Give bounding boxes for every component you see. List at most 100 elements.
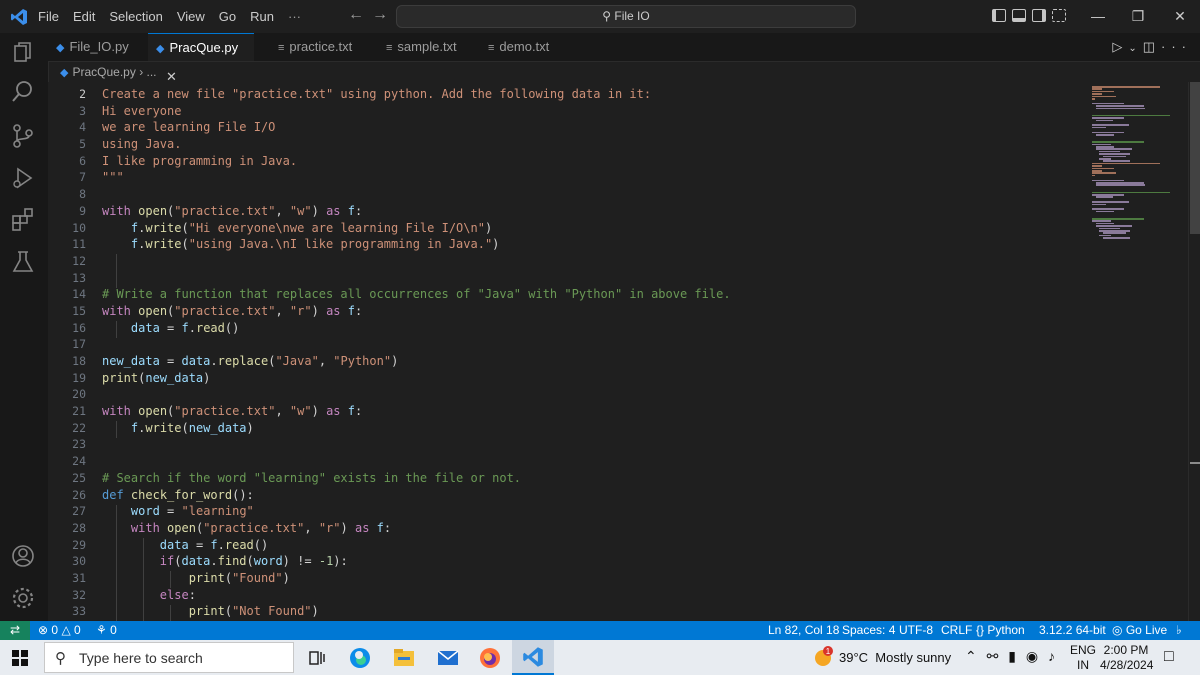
- tab-pracque[interactable]: ◆ PracQue.py✕: [148, 33, 254, 84]
- cursor-position[interactable]: Ln 82, Col 18: [768, 621, 839, 640]
- tab-file-io[interactable]: ◆ File_IO.py: [48, 33, 144, 61]
- command-center[interactable]: ⚲ File IO: [396, 5, 856, 28]
- forward-arrow-icon[interactable]: →: [372, 6, 396, 23]
- source-control-icon[interactable]: [10, 123, 36, 149]
- search-icon[interactable]: [10, 79, 36, 105]
- code-line[interactable]: [102, 270, 1082, 287]
- code-line[interactable]: with open("practice.txt", "r") as f:: [102, 520, 1082, 537]
- code-editor[interactable]: 2 3 4 5 6 7 8 9 10 11 12 13 14 15 16 17 18 19 20 21 22 23 24 25…: [48, 82, 1088, 621]
- toggle-primary-sidebar-icon[interactable]: [992, 9, 1006, 22]
- network-icon[interactable]: ⚯: [987, 648, 1002, 664]
- code-line[interactable]: Create a new file "practice.txt" using p…: [102, 86, 1082, 103]
- code-line[interactable]: with open("practice.txt", "r") as f:: [102, 303, 1082, 320]
- language-mode[interactable]: {} Python: [976, 621, 1025, 640]
- code-line[interactable]: f.write("Hi everyone\nwe are learning Fi…: [102, 220, 1082, 237]
- code-line[interactable]: f.write(new_data): [102, 420, 1082, 437]
- code-line[interactable]: [102, 253, 1082, 270]
- extensions-icon[interactable]: [10, 207, 36, 233]
- code-area[interactable]: Create a new file "practice.txt" using p…: [102, 86, 1082, 620]
- code-line[interactable]: else:: [102, 587, 1082, 604]
- menu-file[interactable]: File: [38, 9, 59, 24]
- code-line[interactable]: # Search if the word "learning" exists i…: [102, 470, 1082, 487]
- code-line[interactable]: print("Not Found"): [102, 603, 1082, 620]
- code-line[interactable]: print("Found"): [102, 570, 1082, 587]
- speaker-icon[interactable]: ♪: [1048, 648, 1058, 664]
- ports-indicator[interactable]: ⚘ 0: [96, 621, 117, 640]
- breadcrumb-more[interactable]: › ...: [139, 65, 156, 79]
- problems-indicator[interactable]: ⊗ 0 △ 0: [38, 621, 81, 640]
- indentation[interactable]: Spaces: 4: [842, 621, 895, 640]
- toggle-secondary-sidebar-icon[interactable]: [1032, 9, 1046, 22]
- file-explorer-icon[interactable]: [390, 644, 418, 672]
- notification-center-icon[interactable]: □: [1164, 648, 1174, 666]
- code-line[interactable]: data = f.read(): [102, 320, 1082, 337]
- more-actions-icon[interactable]: ···: [1161, 39, 1192, 54]
- menu-go[interactable]: Go: [219, 9, 236, 24]
- code-line[interactable]: # Write a function that replaces all occ…: [102, 286, 1082, 303]
- minimap[interactable]: [1088, 82, 1188, 621]
- tab-practice-txt[interactable]: ≡ practice.txt: [270, 33, 370, 61]
- code-line[interactable]: with open("practice.txt", "w") as f:: [102, 403, 1082, 420]
- globe-icon[interactable]: ◉: [1026, 648, 1041, 664]
- menu-view[interactable]: View: [177, 9, 205, 24]
- code-line[interactable]: def check_for_word():: [102, 487, 1082, 504]
- run-debug-icon[interactable]: [10, 165, 36, 191]
- code-line[interactable]: using Java.: [102, 136, 1082, 153]
- code-line[interactable]: if(data.find(word) != -1):: [102, 553, 1082, 570]
- code-line[interactable]: I like programming in Java.: [102, 153, 1082, 170]
- code-line[interactable]: f.write("using Java.\nI like programming…: [102, 236, 1082, 253]
- edge-browser-icon[interactable]: [346, 644, 374, 672]
- encoding[interactable]: UTF-8: [899, 621, 933, 640]
- explorer-icon[interactable]: [10, 41, 36, 67]
- menu-more[interactable]: ···: [288, 9, 301, 24]
- customize-layout-icon[interactable]: [1052, 9, 1066, 22]
- code-line[interactable]: [102, 336, 1082, 353]
- minimize-icon[interactable]: —: [1078, 0, 1118, 33]
- code-line[interactable]: [102, 436, 1082, 453]
- code-line[interactable]: data = f.read(): [102, 537, 1082, 554]
- run-python-icon[interactable]: ▷: [1112, 39, 1128, 54]
- vscode-taskbar-item[interactable]: [512, 640, 554, 675]
- taskbar-search-box[interactable]: ⚲ Type here to search: [44, 642, 294, 673]
- back-arrow-icon[interactable]: ←: [348, 6, 372, 23]
- python-interpreter[interactable]: 3.12.2 64-bit: [1039, 621, 1106, 640]
- code-line[interactable]: word = "learning": [102, 503, 1082, 520]
- notifications-bell-icon[interactable]: ♭: [1176, 621, 1182, 640]
- windows-start-icon[interactable]: [12, 650, 28, 666]
- mail-icon[interactable]: [434, 644, 462, 672]
- tab-demo-txt[interactable]: ≡ demo.txt: [480, 33, 570, 61]
- menu-run[interactable]: Run: [250, 9, 274, 24]
- code-line[interactable]: [102, 453, 1082, 470]
- code-line[interactable]: new_data = data.replace("Java", "Python"…: [102, 353, 1082, 370]
- testing-icon[interactable]: [10, 249, 36, 275]
- close-window-icon[interactable]: ✕: [1160, 0, 1200, 33]
- code-line[interactable]: with open("practice.txt", "w") as f:: [102, 203, 1082, 220]
- code-line[interactable]: [102, 386, 1082, 403]
- restore-icon[interactable]: ❐: [1118, 0, 1158, 33]
- menu-edit[interactable]: Edit: [73, 9, 95, 24]
- remote-indicator-icon[interactable]: ⇄: [0, 621, 30, 640]
- menu-selection[interactable]: Selection: [109, 9, 162, 24]
- code-line[interactable]: [102, 186, 1082, 203]
- toggle-panel-icon[interactable]: [1012, 9, 1026, 22]
- breadcrumb-file[interactable]: PracQue.py: [72, 65, 135, 79]
- accounts-icon[interactable]: [10, 543, 36, 569]
- clock[interactable]: 2:00 PM 4/28/2024: [1100, 643, 1153, 673]
- scrollbar-thumb[interactable]: [1190, 82, 1200, 234]
- tab-sample-txt[interactable]: ≡ sample.txt: [378, 33, 474, 61]
- battery-icon[interactable]: ▮: [1008, 648, 1019, 664]
- firefox-icon[interactable]: [476, 644, 504, 672]
- code-line[interactable]: we are learning File I/O: [102, 119, 1082, 136]
- input-language[interactable]: ENG IN: [1070, 643, 1096, 673]
- go-live-button[interactable]: ◎ Go Live: [1112, 621, 1167, 640]
- end-of-line[interactable]: CRLF: [941, 621, 972, 640]
- vertical-scrollbar[interactable]: [1188, 82, 1200, 621]
- code-line[interactable]: """: [102, 169, 1082, 186]
- task-view-icon[interactable]: [302, 644, 330, 672]
- code-line[interactable]: print(new_data): [102, 370, 1082, 387]
- split-editor-icon[interactable]: ◫: [1143, 39, 1161, 54]
- settings-gear-icon[interactable]: [10, 585, 36, 611]
- code-line[interactable]: Hi everyone: [102, 103, 1082, 120]
- chevron-down-icon[interactable]: ⌄: [1128, 43, 1142, 54]
- chevron-up-icon[interactable]: ⌃: [965, 648, 980, 664]
